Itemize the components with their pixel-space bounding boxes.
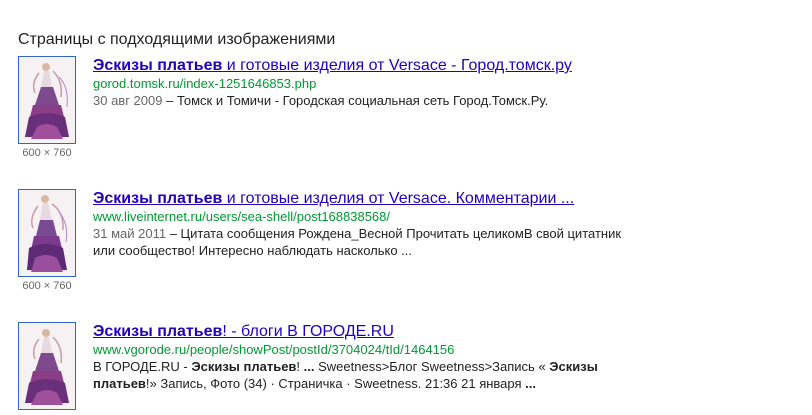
title-highlight: Эскизы платьев: [93, 57, 223, 74]
result-snippet: 30 авг 2009 – Томск и Томичи - Городская…: [93, 92, 623, 109]
title-text: и готовые изделия от Versace - Город.том…: [222, 57, 572, 74]
image-dimensions: 600 × 760: [22, 147, 72, 159]
result-snippet: 31 май 2011 – Цитата сообщения Рождена_В…: [93, 225, 623, 259]
result-date: 31 май 2011: [93, 226, 167, 241]
result-url[interactable]: www.vgorode.ru/people/showPost/postId/37…: [93, 342, 808, 358]
dress-sketch-thumbnail-icon: [19, 323, 75, 409]
snippet-text: – Томск и Томичи - Городская социальная …: [162, 93, 549, 108]
snippet-text: – Цитата сообщения Рождена_Весной Прочит…: [93, 226, 622, 258]
result-title-link[interactable]: Эскизы платьев и готовые изделия от Vers…: [93, 56, 808, 76]
thumbnail-column: [18, 322, 76, 410]
section-heading: Страницы с подходящими изображениями: [18, 31, 336, 48]
result-text: Эскизы платьев! - блоги В ГОРОДЕ.RU www.…: [93, 322, 808, 392]
snippet-highlight: Эскизы платьев: [191, 359, 297, 374]
result-url[interactable]: gorod.tomsk.ru/index-1251646853.php: [93, 76, 808, 92]
result-text: Эскизы платьев и готовые изделия от Vers…: [93, 56, 808, 109]
result-url[interactable]: www.liveinternet.ru/users/sea-shell/post…: [93, 209, 808, 225]
title-text: ! - блоги В ГОРОДЕ.RU: [222, 323, 394, 340]
result-title-link[interactable]: Эскизы платьев и готовые изделия от Vers…: [93, 189, 808, 209]
title-text: и готовые изделия от Versace. Комментари…: [222, 190, 575, 207]
result-thumbnail[interactable]: [18, 56, 76, 144]
result-thumbnail[interactable]: [18, 322, 76, 410]
snippet-text: В ГОРОДЕ.RU -: [93, 359, 192, 374]
result-date: 30 авг 2009: [93, 93, 163, 108]
result-title-link[interactable]: Эскизы платьев! - блоги В ГОРОДЕ.RU: [93, 322, 808, 342]
snippet-highlight: ...: [525, 376, 536, 391]
thumbnail-column: 600 × 760: [18, 189, 76, 293]
snippet-text: !: [296, 359, 304, 374]
dress-sketch-thumbnail-icon: [19, 190, 75, 276]
snippet-text: !» Запись, Фото (34) · Страничка · Sweet…: [145, 376, 526, 391]
result-thumbnail[interactable]: [18, 189, 76, 277]
thumbnail-column: 600 × 760: [18, 56, 76, 160]
title-highlight: Эскизы платьев: [93, 323, 223, 340]
snippet-highlight: ...: [303, 359, 315, 374]
snippet-text: Sweetness>Блог Sweetness>Запись «: [314, 359, 550, 374]
title-highlight: Эскизы платьев: [93, 190, 223, 207]
result-snippet: В ГОРОДЕ.RU - Эскизы платьев! ... Sweetn…: [93, 358, 623, 392]
result-text: Эскизы платьев и готовые изделия от Vers…: [93, 189, 808, 259]
image-dimensions: 600 × 760: [22, 280, 72, 292]
dress-sketch-thumbnail-icon: [19, 57, 75, 143]
